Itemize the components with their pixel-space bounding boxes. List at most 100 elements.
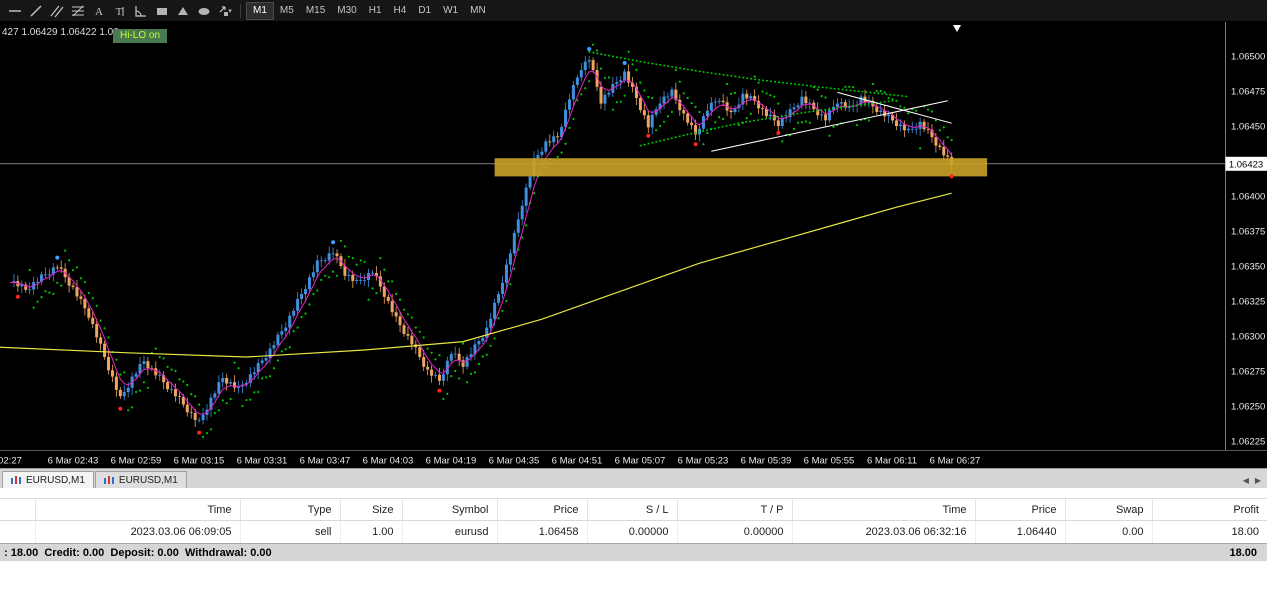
angle-icon[interactable] bbox=[130, 2, 151, 20]
candlestick-chart[interactable]: 1.06500 1.06475 1.06450 1.06400 1.06375 1.063… bbox=[0, 22, 1267, 468]
svg-text:1.06275: 1.06275 bbox=[1231, 367, 1265, 378]
red-signal-dot bbox=[197, 430, 202, 435]
svg-text:6 Mar 06:11: 6 Mar 06:11 bbox=[867, 456, 917, 467]
column-header-open-time: Time bbox=[35, 498, 241, 521]
cell-profit: 18.00 bbox=[1152, 520, 1267, 544]
red-signal-dot bbox=[15, 294, 20, 299]
blue-signal-dot bbox=[587, 47, 592, 51]
red-signal-dot bbox=[646, 133, 651, 138]
column-header-type: Type bbox=[240, 498, 341, 521]
terminal-empty-area bbox=[0, 561, 1267, 597]
axes-layer: 1.06500 1.06475 1.06450 1.06400 1.06375 1.063… bbox=[0, 22, 1267, 467]
order-row[interactable]: 2023.03.06 06:09:05 sell 1.00 eurusd 1.0… bbox=[0, 520, 1267, 544]
cell-sl: 0.00000 bbox=[587, 520, 678, 544]
svg-text:T: T bbox=[115, 6, 122, 18]
tab-scroll-arrows: ◀ ▶ bbox=[1243, 476, 1261, 485]
column-header-tp: T / P bbox=[677, 498, 793, 521]
svg-text:1.06300: 1.06300 bbox=[1231, 332, 1265, 343]
chart-icon bbox=[103, 476, 114, 484]
svg-text:6 Mar 04:35: 6 Mar 04:35 bbox=[489, 456, 540, 467]
svg-text:02:27: 02:27 bbox=[0, 456, 22, 467]
fibonacci-icon[interactable] bbox=[67, 2, 88, 20]
column-header-size: Size bbox=[340, 498, 403, 521]
cell-symbol: eurusd bbox=[402, 520, 498, 544]
tab-scroll-right-icon[interactable]: ▶ bbox=[1255, 476, 1261, 485]
svg-text:6 Mar 06:27: 6 Mar 06:27 bbox=[930, 456, 981, 467]
chart-tab-label: EURUSD,M1 bbox=[118, 474, 178, 486]
account-summary-bar: : 18.00 Credit: 0.00 Deposit: 0.00 Withd… bbox=[0, 543, 1267, 561]
svg-text:1.06423: 1.06423 bbox=[1229, 159, 1263, 170]
timeframe-h4[interactable]: H4 bbox=[388, 2, 413, 20]
chart-tabs-bar: EURUSD,M1 EURUSD,M1 ◀ ▶ bbox=[0, 468, 1267, 488]
horizontal-line-icon[interactable] bbox=[4, 2, 25, 20]
cell-open-time: 2023.03.06 06:09:05 bbox=[35, 520, 241, 544]
svg-text:1.06225: 1.06225 bbox=[1231, 437, 1265, 448]
cell-swap: 0.00 bbox=[1065, 520, 1153, 544]
blue-signal-dot bbox=[55, 255, 60, 260]
ellipse-icon[interactable] bbox=[193, 2, 214, 20]
red-signal-dot bbox=[949, 174, 954, 179]
svg-text:1.06350: 1.06350 bbox=[1231, 262, 1265, 273]
svg-text:1.06500: 1.06500 bbox=[1231, 52, 1265, 63]
svg-text:1.06375: 1.06375 bbox=[1231, 227, 1265, 238]
tab-scroll-left-icon[interactable]: ◀ bbox=[1243, 476, 1249, 485]
hilo-indicator-badge: Hi-LO on bbox=[113, 29, 168, 43]
red-signal-dot bbox=[693, 142, 698, 147]
red-signal-dot bbox=[437, 388, 442, 393]
timeframe-h1[interactable]: H1 bbox=[363, 2, 388, 20]
column-header-profit: Profit bbox=[1152, 498, 1267, 521]
timeframe-mn[interactable]: MN bbox=[464, 2, 492, 20]
timeframe-m30[interactable]: M30 bbox=[331, 2, 362, 20]
column-header-price: Price bbox=[497, 498, 588, 521]
svg-text:6 Mar 04:19: 6 Mar 04:19 bbox=[426, 456, 477, 467]
svg-text:1.06250: 1.06250 bbox=[1231, 402, 1265, 413]
account-summary-text: : 18.00 Credit: 0.00 Deposit: 0.00 Withd… bbox=[4, 546, 272, 559]
chart-area[interactable]: 1.06500 1.06475 1.06450 1.06400 1.06375 1.063… bbox=[0, 22, 1267, 468]
cell-open-price: 1.06458 bbox=[497, 520, 588, 544]
label-icon[interactable]: T bbox=[109, 2, 130, 20]
text-icon[interactable]: A bbox=[88, 2, 109, 20]
svg-text:6 Mar 05:55: 6 Mar 05:55 bbox=[804, 456, 855, 467]
timeframe-w1[interactable]: W1 bbox=[437, 2, 464, 20]
cell-blank bbox=[0, 520, 36, 544]
timeframe-m15[interactable]: M15 bbox=[300, 2, 331, 20]
column-header bbox=[0, 498, 36, 521]
svg-text:6 Mar 05:23: 6 Mar 05:23 bbox=[678, 456, 729, 467]
total-profit: 18.00 bbox=[1229, 546, 1257, 559]
chart-tab-eurusd-1[interactable]: EURUSD,M1 bbox=[2, 471, 94, 488]
chart-icon bbox=[11, 476, 21, 484]
column-header-sl: S / L bbox=[587, 498, 678, 521]
timeframe-m5[interactable]: M5 bbox=[274, 2, 300, 20]
chart-tab-eurusd-2[interactable]: EURUSD,M1 bbox=[94, 471, 187, 488]
svg-text:6 Mar 03:15: 6 Mar 03:15 bbox=[174, 456, 225, 467]
white-trendline bbox=[837, 91, 952, 124]
chevron-down-icon: ▾ bbox=[228, 7, 232, 15]
trendline-icon[interactable] bbox=[25, 2, 46, 20]
timeframe-m1[interactable]: M1 bbox=[246, 1, 274, 20]
svg-text:6 Mar 03:47: 6 Mar 03:47 bbox=[300, 456, 351, 467]
orders-header-row: Time Type Size Symbol Price S / L T / P … bbox=[0, 498, 1267, 521]
cell-close-price: 1.06440 bbox=[975, 520, 1066, 544]
svg-text:6 Mar 04:51: 6 Mar 04:51 bbox=[552, 456, 603, 467]
svg-text:6 Mar 02:59: 6 Mar 02:59 bbox=[111, 456, 162, 467]
triangle-icon[interactable] bbox=[172, 2, 193, 20]
arrows-dropdown-icon[interactable]: ▾ bbox=[214, 2, 235, 20]
red-signal-dot bbox=[776, 131, 781, 135]
red-signal-dot bbox=[118, 406, 123, 411]
rectangle-icon[interactable] bbox=[151, 2, 172, 20]
svg-text:1.06450: 1.06450 bbox=[1231, 122, 1265, 133]
svg-text:6 Mar 02:43: 6 Mar 02:43 bbox=[48, 456, 99, 467]
timeframe-d1[interactable]: D1 bbox=[412, 2, 437, 20]
column-header-symbol: Symbol bbox=[402, 498, 498, 521]
top-toolbar: A T ▾ M1 M5 M15 M30 H1 H4 D1 W1 MN bbox=[0, 0, 1267, 22]
svg-text:6 Mar 03:31: 6 Mar 03:31 bbox=[237, 456, 288, 467]
channel-icon[interactable] bbox=[46, 2, 67, 20]
orders-table: Time Type Size Symbol Price S / L T / P … bbox=[0, 498, 1267, 544]
svg-text:6 Mar 05:39: 6 Mar 05:39 bbox=[741, 456, 792, 467]
cell-tp: 0.00000 bbox=[677, 520, 793, 544]
ohlc-readout: 427 1.06429 1.06422 1.06 bbox=[2, 27, 119, 38]
svg-text:1.06325: 1.06325 bbox=[1231, 297, 1265, 308]
column-header-close-time: Time bbox=[792, 498, 976, 521]
cell-type: sell bbox=[240, 520, 341, 544]
column-header-close-price: Price bbox=[975, 498, 1066, 521]
